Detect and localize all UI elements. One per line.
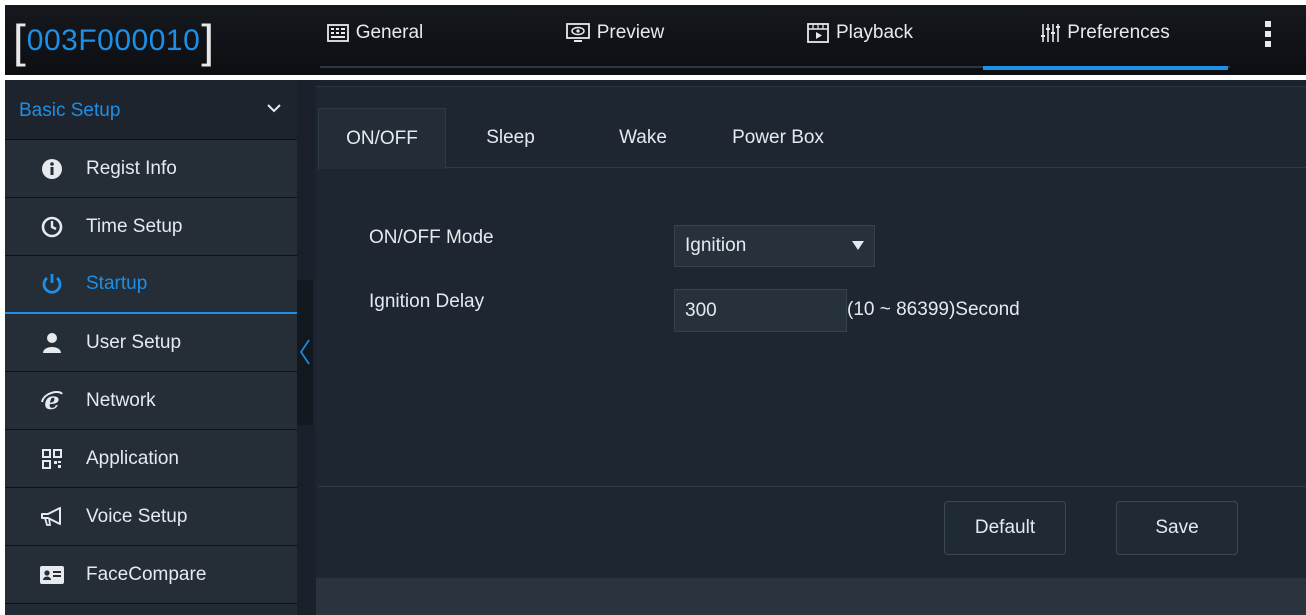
- power-icon: [40, 272, 64, 296]
- sidebar-section-header[interactable]: Basic Setup: [5, 80, 297, 140]
- subtab-wake[interactable]: Wake: [598, 108, 688, 168]
- subtab-label: Wake: [619, 127, 667, 148]
- ie-icon: e: [40, 389, 64, 413]
- tab-playback[interactable]: Playback: [785, 16, 935, 50]
- tab-label: Preview: [596, 22, 665, 43]
- kebab-menu-icon[interactable]: [1258, 21, 1278, 57]
- tab-label: General: [355, 22, 424, 43]
- sidebar-item-label: Application: [86, 447, 179, 469]
- subtab-sleep[interactable]: Sleep: [468, 108, 553, 168]
- subtab-label: Sleep: [486, 127, 535, 148]
- sidebar-item-label: Regist Info: [86, 157, 177, 179]
- sidebar-item-startup[interactable]: Startup: [5, 256, 297, 314]
- ignition-delay-input[interactable]: [674, 289, 847, 332]
- subtab-bar: ON/OFF Sleep Wake Power Box: [318, 108, 1306, 169]
- active-tab-indicator: [983, 66, 1228, 70]
- save-button[interactable]: Save: [1116, 501, 1238, 555]
- megaphone-icon: [40, 505, 64, 529]
- qr-icon: [40, 447, 64, 471]
- tab-preview[interactable]: Preview: [540, 16, 690, 50]
- sidebar-item-regist-info[interactable]: Regist Info: [5, 140, 297, 198]
- ignition-delay-range-hint: (10 ~ 86399)Second: [847, 299, 1020, 320]
- sidebar-item-label: FaceCompare: [86, 563, 207, 585]
- chevron-left-icon: [300, 339, 310, 365]
- tab-preferences[interactable]: Preferences: [1020, 16, 1190, 50]
- keyboard-icon: [326, 24, 349, 42]
- sidebar-item-user-setup[interactable]: User Setup: [5, 314, 297, 372]
- device-id: [ 003F000010 ]: [13, 15, 215, 67]
- sidebar-item-facecompare[interactable]: FaceCompare: [5, 546, 297, 604]
- subtab-power-box[interactable]: Power Box: [713, 108, 843, 168]
- sidebar-section-title: Basic Setup: [19, 100, 121, 121]
- chevron-down-icon: [267, 104, 281, 113]
- video-playback-icon: [807, 23, 829, 43]
- on-off-mode-label: ON/OFF Mode: [369, 227, 494, 248]
- user-icon: [40, 331, 64, 355]
- sidebar-item-network[interactable]: e Network: [5, 372, 297, 430]
- id-card-icon: [40, 563, 64, 587]
- sidebar-item-label: User Setup: [86, 331, 182, 353]
- sidebar-item-label: Voice Setup: [86, 505, 188, 527]
- info-icon: [40, 157, 64, 181]
- sidebar-item-time-setup[interactable]: Time Setup: [5, 198, 297, 256]
- sidebar-item-label: Network: [86, 389, 156, 411]
- tab-general[interactable]: General: [300, 16, 450, 50]
- sliders-icon: [1041, 24, 1061, 42]
- sidebar-item-voice-setup[interactable]: Voice Setup: [5, 488, 297, 546]
- panel-footer: [316, 578, 1306, 615]
- sidebar: Basic Setup Regist Info Time Setup Start…: [5, 80, 297, 615]
- caret-down-icon: [852, 241, 864, 250]
- subtab-label: ON/OFF: [346, 128, 418, 149]
- tab-label: Playback: [835, 22, 914, 43]
- sidebar-item-label: Time Setup: [86, 215, 183, 237]
- on-off-mode-select[interactable]: Ignition: [674, 225, 875, 267]
- mode-select-value: Ignition: [685, 235, 747, 256]
- tab-label: Preferences: [1067, 22, 1170, 43]
- button-divider: [318, 486, 1306, 487]
- clock-icon: [40, 215, 64, 239]
- sidebar-item-label: Startup: [86, 273, 148, 294]
- ignition-delay-label: Ignition Delay: [369, 291, 485, 312]
- sidebar-item-application[interactable]: Application: [5, 430, 297, 488]
- subtab-on-off[interactable]: ON/OFF: [318, 108, 446, 169]
- device-id-text: 003F000010: [26, 24, 201, 57]
- sidebar-collapse-handle[interactable]: [297, 280, 313, 425]
- monitor-eye-icon: [565, 23, 590, 42]
- subtab-label: Power Box: [732, 127, 824, 148]
- default-button[interactable]: Default: [944, 501, 1066, 555]
